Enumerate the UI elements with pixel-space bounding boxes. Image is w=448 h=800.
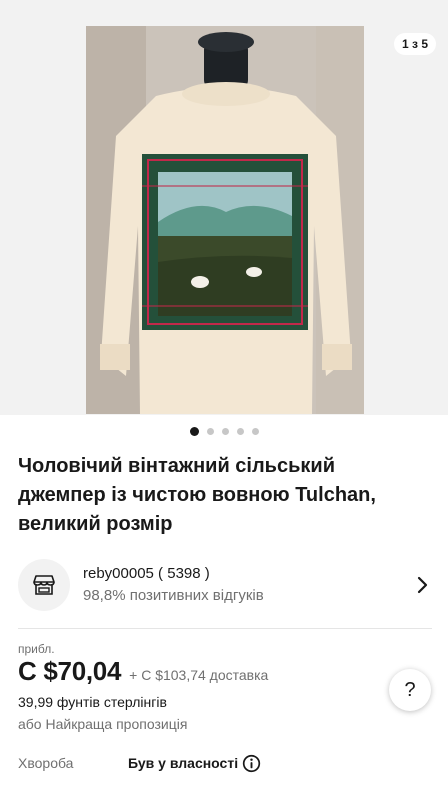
store-icon xyxy=(33,575,55,595)
info-icon[interactable] xyxy=(242,754,261,773)
section-divider xyxy=(18,628,432,629)
pagination-dot[interactable] xyxy=(251,428,259,435)
approx-label: прибл. xyxy=(18,642,55,656)
chevron-right-icon[interactable] xyxy=(412,575,432,595)
seller-feedback: 98,8% позитивних відгуків xyxy=(83,587,264,604)
seller-details: reby00005 ( 5398 ) 98,8% позитивних відг… xyxy=(83,564,412,606)
shipping-cost: + C $103,74 доставка xyxy=(129,667,269,683)
seller-avatar xyxy=(18,559,70,611)
seller-info-row[interactable]: reby00005 ( 5398 ) 98,8% позитивних відг… xyxy=(18,557,432,613)
pagination-dot[interactable] xyxy=(221,428,229,435)
condition-label: Хвороба xyxy=(18,755,74,771)
item-price: C $70,04 xyxy=(18,656,122,686)
original-currency-price: 39,99 фунтів стерлінгів xyxy=(18,694,167,710)
help-button[interactable]: ? xyxy=(389,669,431,711)
pagination-dot[interactable] xyxy=(236,428,244,435)
condition-value: Був у власності xyxy=(128,755,239,771)
price-row: C $70,04 + C $103,74 доставка xyxy=(18,656,268,687)
image-counter: 1 з 5 xyxy=(394,33,436,55)
best-offer-label: або Найкраща пропозиція xyxy=(18,716,188,732)
pagination-dot-active[interactable] xyxy=(189,427,199,436)
seller-name[interactable]: reby00005 ( 5398 ) xyxy=(83,564,412,584)
pagination-dot[interactable] xyxy=(206,428,214,435)
listing-title: Чоловічий вінтажний сільський джемпер із… xyxy=(18,455,376,535)
listing-photo[interactable] xyxy=(86,26,364,414)
gallery-pagination[interactable] xyxy=(0,427,448,436)
sweater-photo-image xyxy=(86,26,364,414)
image-gallery[interactable]: 1 з 5 xyxy=(0,0,448,415)
